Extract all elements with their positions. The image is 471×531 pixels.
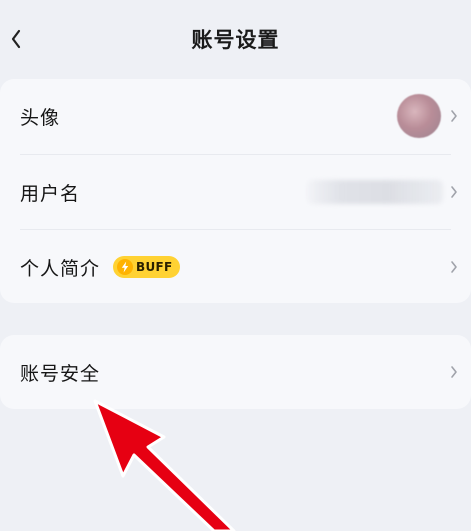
profile-settings-card: 头像 用户名 个人简介 BUFF: [0, 79, 471, 303]
avatar[interactable]: [397, 94, 441, 138]
bio-label: 个人简介: [20, 257, 101, 280]
page-title: 账号设置: [191, 28, 280, 52]
lightning-icon: [117, 259, 133, 275]
buff-badge: BUFF: [113, 256, 180, 278]
username-value-blurred: [307, 180, 443, 204]
chevron-right-icon: [451, 366, 457, 378]
account-security-label: 账号安全: [20, 362, 101, 385]
chevron-right-icon: [451, 261, 457, 273]
security-card: 账号安全: [0, 335, 471, 409]
buff-badge-text: BUFF: [136, 260, 173, 274]
top-bar: 账号设置: [0, 0, 471, 80]
chevron-right-icon: [451, 186, 457, 198]
username-label: 用户名: [20, 182, 81, 205]
annotation-arrow-shape: [93, 399, 236, 531]
chevron-right-icon: [451, 110, 457, 122]
account-security-row[interactable]: 账号安全: [0, 335, 471, 409]
username-row[interactable]: 用户名: [0, 155, 471, 229]
avatar-row[interactable]: 头像: [0, 79, 471, 153]
avatar-label: 头像: [20, 106, 61, 129]
bio-row[interactable]: 个人简介 BUFF: [0, 230, 471, 304]
